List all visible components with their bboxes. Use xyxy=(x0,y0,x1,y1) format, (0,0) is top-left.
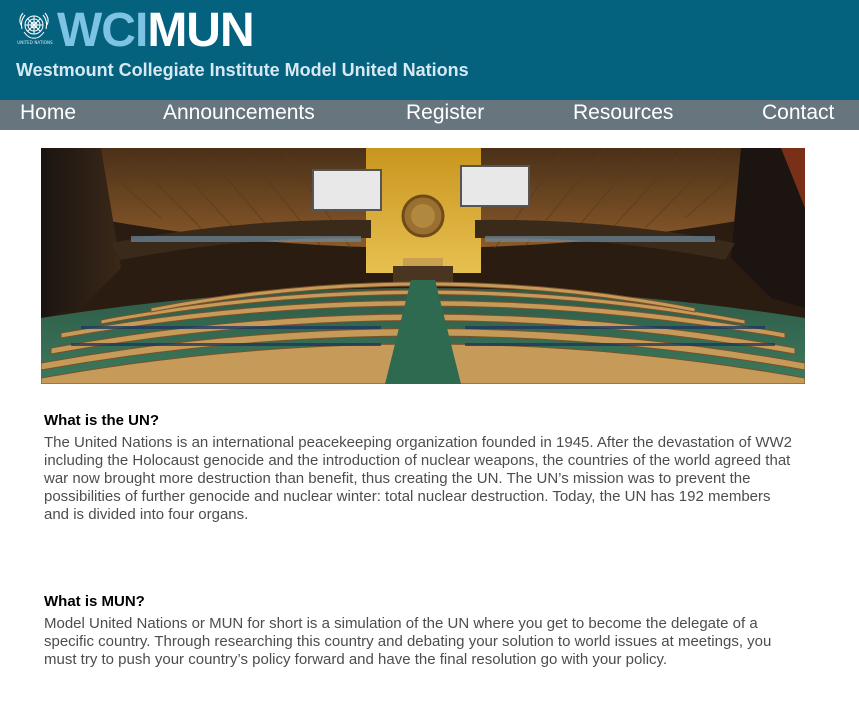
section-heading-un: What is the UN? xyxy=(44,412,159,429)
section-body-mun: Model United Nations or MUN for short is… xyxy=(44,615,772,668)
emblem-caption: UNITED NATIONS xyxy=(17,40,53,45)
nav-resources[interactable]: Resources xyxy=(573,100,673,130)
site-header: UNITED NATIONS WCIMUN Westmount Collegia… xyxy=(0,0,859,100)
brand-wci: WCI xyxy=(57,4,148,57)
site-subtitle: Westmount Collegiate Institute Model Uni… xyxy=(16,60,469,80)
section-body-un: The United Nations is an international p… xyxy=(44,434,792,523)
nav-register[interactable]: Register xyxy=(406,100,484,130)
nav-contact[interactable]: Contact xyxy=(762,100,834,130)
main-nav: Home Announcements Register Resources Co… xyxy=(0,100,859,130)
nav-announcements[interactable]: Announcements xyxy=(163,100,315,130)
site-logo-text[interactable]: WCIMUN xyxy=(57,4,255,57)
section-heading-mun: What is MUN? xyxy=(44,593,145,610)
general-assembly-hall-photo xyxy=(41,148,805,384)
nav-home[interactable]: Home xyxy=(20,100,76,130)
brand-mun: MUN xyxy=(147,4,254,57)
